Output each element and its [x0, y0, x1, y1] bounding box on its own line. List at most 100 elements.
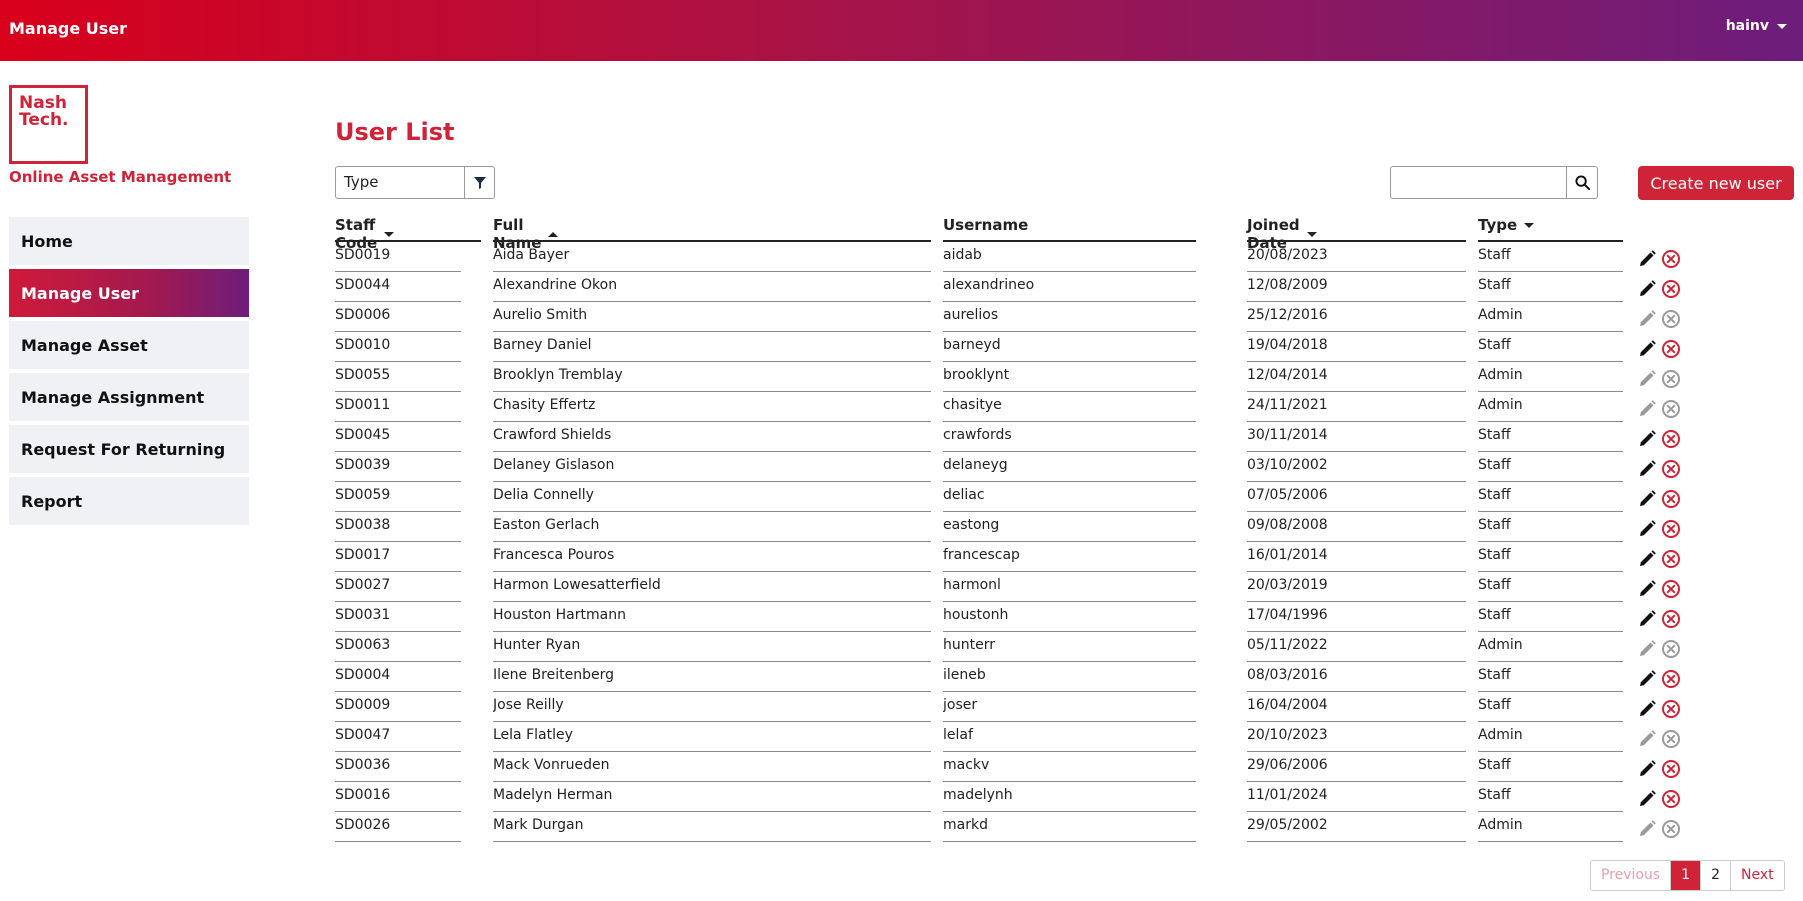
close-circle-icon[interactable]: [1661, 549, 1681, 569]
sidebar-item-manage-user[interactable]: Manage User: [9, 269, 249, 317]
username-cell: delaneyg: [943, 457, 1196, 482]
previous-page-button[interactable]: Previous: [1591, 861, 1672, 890]
close-circle-icon[interactable]: [1661, 789, 1681, 809]
pencil-icon[interactable]: [1637, 249, 1657, 269]
joined-date-cell: 20/08/2023: [1247, 247, 1466, 272]
username-cell: houstonh: [943, 607, 1196, 632]
pencil-icon[interactable]: [1637, 729, 1657, 749]
sidebar-item-report[interactable]: Report: [9, 477, 249, 525]
sidebar-item-manage-assignment[interactable]: Manage Assignment: [9, 373, 249, 421]
close-circle-icon[interactable]: [1661, 249, 1681, 269]
full-name-cell: Jose Reilly: [493, 697, 931, 722]
close-circle-icon[interactable]: [1661, 309, 1681, 329]
pencil-icon[interactable]: [1637, 279, 1657, 299]
sidebar-item-manage-asset[interactable]: Manage Asset: [9, 321, 249, 369]
joined-date-cell: 12/08/2009: [1247, 277, 1466, 302]
sort-up-icon: [548, 231, 559, 237]
pencil-icon[interactable]: [1637, 609, 1657, 629]
top-header-bar: Manage User hainv: [0, 0, 1803, 61]
pencil-icon[interactable]: [1637, 819, 1657, 839]
close-circle-icon[interactable]: [1661, 279, 1681, 299]
close-circle-icon[interactable]: [1661, 729, 1681, 749]
pencil-icon[interactable]: [1637, 519, 1657, 539]
pencil-icon[interactable]: [1637, 789, 1657, 809]
sidebar-item-request-for-returning[interactable]: Request For Returning: [9, 425, 249, 473]
staff-code-cell: SD0010: [335, 337, 461, 362]
staff-code-cell: SD0019: [335, 247, 461, 272]
pencil-icon[interactable]: [1637, 459, 1657, 479]
username-cell: alexandrineo: [943, 277, 1196, 302]
sort-down-icon: [1524, 222, 1535, 228]
user-menu[interactable]: hainv: [1726, 18, 1787, 34]
full-name-cell: Mack Vonrueden: [493, 757, 931, 782]
close-circle-icon[interactable]: [1661, 459, 1681, 479]
header-divider: [1247, 240, 1466, 242]
type-cell: Staff: [1478, 697, 1623, 722]
close-circle-icon[interactable]: [1661, 369, 1681, 389]
full-name-cell: Aurelio Smith: [493, 307, 931, 332]
full-name-cell: Houston Hartmann: [493, 607, 931, 632]
close-circle-icon[interactable]: [1661, 489, 1681, 509]
pencil-icon[interactable]: [1637, 669, 1657, 689]
create-new-user-button[interactable]: Create new user: [1638, 166, 1794, 200]
pencil-icon[interactable]: [1637, 369, 1657, 389]
type-cell: Staff: [1478, 577, 1623, 602]
staff-code-cell: SD0063: [335, 637, 461, 662]
sort-down-icon: [1306, 231, 1317, 237]
row-actions: [1637, 729, 1681, 749]
close-circle-icon[interactable]: [1661, 519, 1681, 539]
search-input[interactable]: [1391, 167, 1566, 198]
pencil-icon[interactable]: [1637, 339, 1657, 359]
row-actions: [1637, 489, 1681, 509]
pencil-icon[interactable]: [1637, 699, 1657, 719]
type-cell: Staff: [1478, 547, 1623, 572]
column-header-type[interactable]: Type: [1478, 216, 1535, 234]
full-name-cell: Madelyn Herman: [493, 787, 931, 812]
type-filter-label: Type: [344, 173, 379, 191]
username-label: hainv: [1725, 18, 1769, 34]
row-actions: [1637, 579, 1681, 599]
header-divider: [943, 240, 1196, 242]
close-circle-icon[interactable]: [1661, 639, 1681, 659]
close-circle-icon[interactable]: [1661, 399, 1681, 419]
close-circle-icon[interactable]: [1661, 429, 1681, 449]
pencil-icon[interactable]: [1637, 489, 1657, 509]
pagination: Previous 1 2 Next: [1590, 860, 1785, 891]
row-actions: [1637, 759, 1681, 779]
close-circle-icon[interactable]: [1661, 339, 1681, 359]
type-cell: Staff: [1478, 457, 1623, 482]
close-circle-icon[interactable]: [1661, 609, 1681, 629]
page-2-button[interactable]: 2: [1701, 861, 1732, 890]
pencil-icon[interactable]: [1637, 639, 1657, 659]
pencil-icon[interactable]: [1637, 759, 1657, 779]
full-name-cell: Brooklyn Tremblay: [493, 367, 931, 392]
close-circle-icon[interactable]: [1661, 699, 1681, 719]
pencil-icon[interactable]: [1637, 429, 1657, 449]
pencil-icon[interactable]: [1637, 549, 1657, 569]
page-1-button[interactable]: 1: [1671, 861, 1702, 890]
joined-date-cell: 29/06/2006: [1247, 757, 1466, 782]
joined-date-cell: 07/05/2006: [1247, 487, 1466, 512]
close-circle-icon[interactable]: [1661, 579, 1681, 599]
search-icon[interactable]: [1566, 167, 1597, 198]
sidebar-item-home[interactable]: Home: [9, 217, 249, 265]
full-name-cell: Delia Connelly: [493, 487, 931, 512]
staff-code-cell: SD0011: [335, 397, 461, 422]
joined-date-cell: 29/05/2002: [1247, 817, 1466, 842]
username-cell: mackv: [943, 757, 1196, 782]
close-circle-icon[interactable]: [1661, 819, 1681, 839]
pencil-icon[interactable]: [1637, 309, 1657, 329]
row-actions: [1637, 279, 1681, 299]
filter-icon[interactable]: [464, 167, 494, 198]
close-circle-icon[interactable]: [1661, 759, 1681, 779]
close-circle-icon[interactable]: [1661, 669, 1681, 689]
pencil-icon[interactable]: [1637, 579, 1657, 599]
type-filter-dropdown[interactable]: Type: [335, 166, 495, 199]
next-page-button[interactable]: Next: [1731, 861, 1784, 890]
header-divider: [335, 240, 481, 242]
type-cell: Admin: [1478, 727, 1623, 752]
type-cell: Admin: [1478, 307, 1623, 332]
pencil-icon[interactable]: [1637, 399, 1657, 419]
column-header-username[interactable]: Username: [943, 216, 1028, 234]
row-actions: [1637, 819, 1681, 839]
